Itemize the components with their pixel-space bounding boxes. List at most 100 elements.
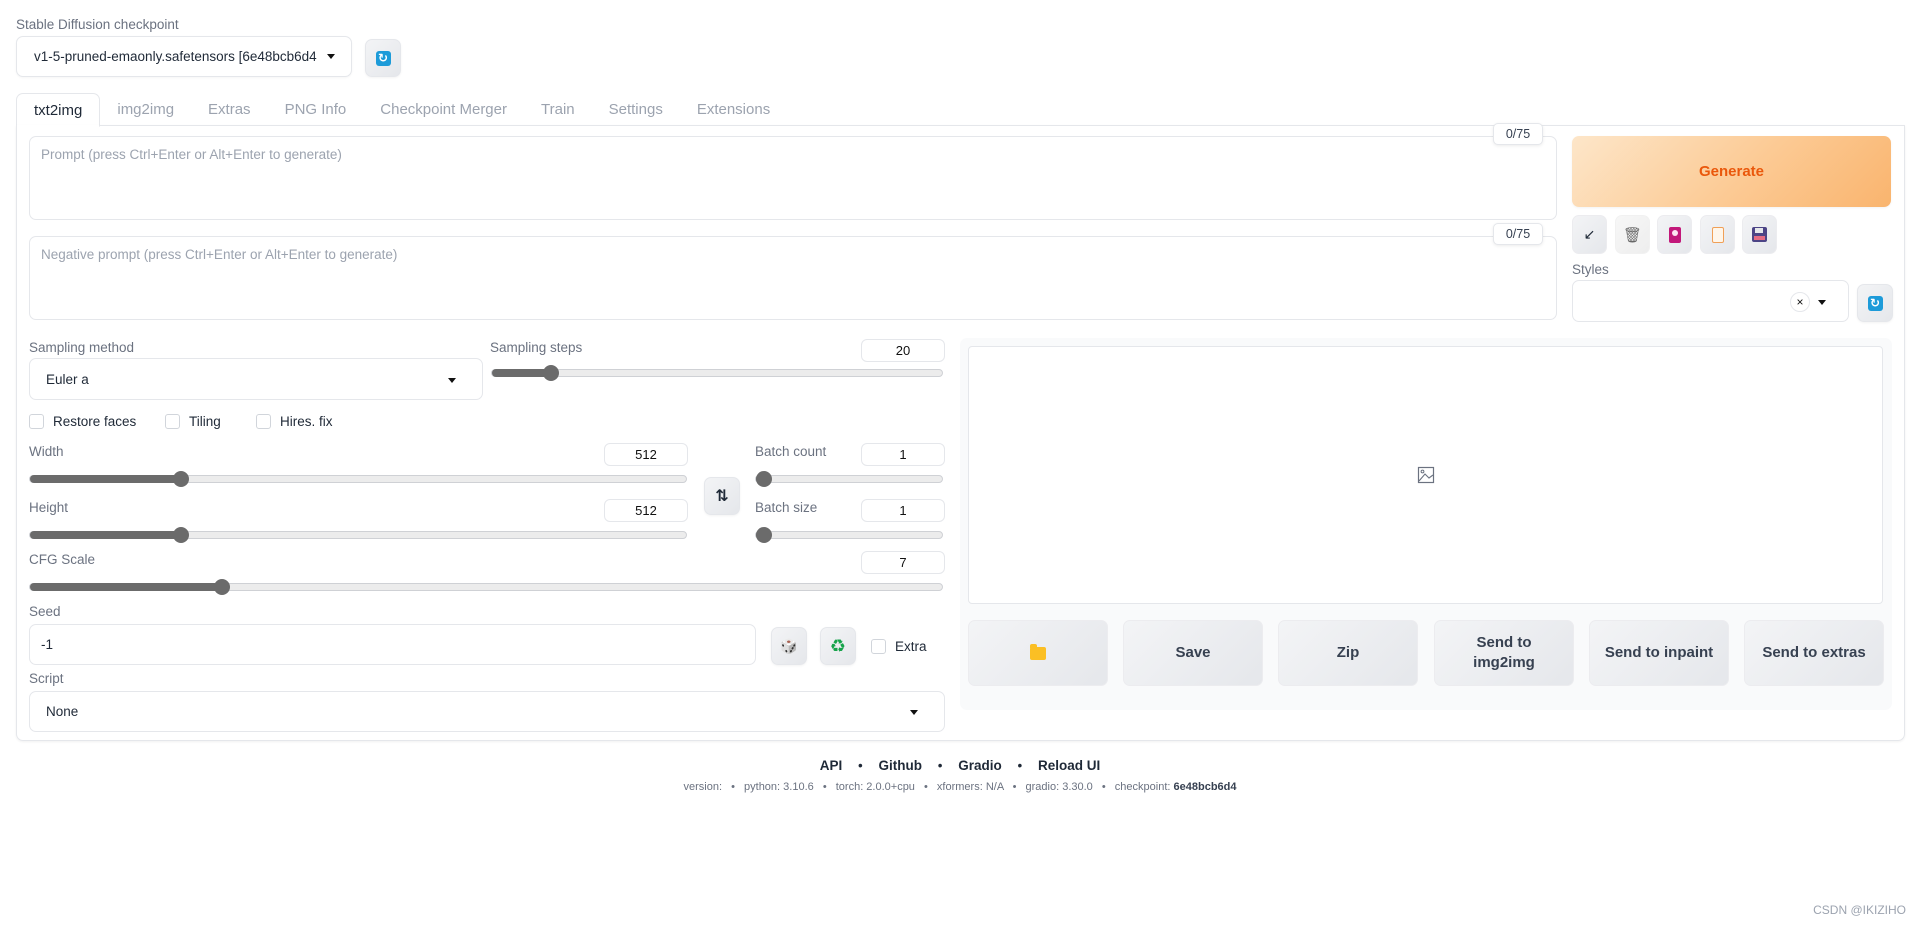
- width-slider[interactable]: [29, 471, 687, 487]
- separator: •: [822, 781, 827, 793]
- negative-prompt-input[interactable]: [30, 237, 1556, 319]
- watermark: CSDN @IKIZIHO: [1813, 903, 1906, 917]
- checkpoint-select[interactable]: v1-5-pruned-emaonly.safetensors [6e48bcb…: [16, 36, 352, 77]
- refresh-icon: ↻: [375, 50, 391, 66]
- tiling-checkbox[interactable]: Tiling: [165, 414, 221, 429]
- clear-icon[interactable]: ×: [1790, 292, 1810, 312]
- extra-seed-checkbox[interactable]: Extra: [871, 639, 927, 654]
- hires-fix-checkbox[interactable]: Hires. fix: [256, 414, 333, 429]
- send-to-inpaint-button[interactable]: Send to inpaint: [1589, 620, 1729, 686]
- height-slider[interactable]: [29, 527, 687, 543]
- styles-label: Styles: [1572, 262, 1609, 277]
- swap-dimensions-button[interactable]: ⇅: [704, 477, 740, 515]
- generate-button[interactable]: Generate: [1572, 136, 1891, 207]
- tab-png-info[interactable]: PNG Info: [268, 93, 364, 126]
- reuse-seed-button[interactable]: ♻: [820, 627, 856, 665]
- tab-extras[interactable]: Extras: [191, 93, 268, 126]
- xformers-version: xformers: N/A: [936, 781, 1004, 793]
- gradio-link[interactable]: Gradio: [958, 758, 1002, 773]
- separator: •: [924, 781, 928, 793]
- batch-count-input[interactable]: 1: [861, 443, 945, 466]
- save-style-button[interactable]: [1742, 215, 1777, 254]
- save-button[interactable]: Save: [1123, 620, 1263, 686]
- separator: •: [1017, 758, 1023, 773]
- separator: •: [1101, 781, 1106, 793]
- github-link[interactable]: Github: [878, 758, 922, 773]
- slider-thumb[interactable]: [542, 365, 559, 381]
- restore-faces-label: Restore faces: [53, 414, 137, 429]
- zip-button[interactable]: Zip: [1278, 620, 1418, 686]
- output-gallery[interactable]: [968, 346, 1883, 604]
- random-seed-button[interactable]: 🎲: [771, 627, 807, 665]
- height-input[interactable]: 512: [604, 499, 688, 522]
- clipboard-icon: [1711, 226, 1724, 243]
- negative-prompt-token-counter: 0/75: [1493, 223, 1543, 245]
- version-text: version:: [683, 781, 723, 793]
- styles-select[interactable]: ×: [1572, 280, 1849, 322]
- gradio-version: gradio: 3.30.0: [1025, 781, 1093, 793]
- cfg-scale-label: CFG Scale: [29, 552, 96, 567]
- clear-prompt-button[interactable]: 🗑: [1615, 215, 1650, 254]
- slider-thumb[interactable]: [756, 471, 772, 487]
- seed-label: Seed: [29, 604, 61, 619]
- read-params-button[interactable]: ↙: [1572, 215, 1607, 254]
- checkpoint-refresh-button[interactable]: ↻: [365, 39, 401, 77]
- tab-txt2img[interactable]: txt2img: [16, 93, 101, 127]
- seed-input[interactable]: -1: [29, 624, 756, 665]
- slider-fill: [492, 369, 551, 377]
- send-to-extras-button[interactable]: Send to extras: [1744, 620, 1884, 686]
- save-style-icon: [1752, 227, 1767, 242]
- sampling-method-select[interactable]: Euler a: [29, 358, 483, 400]
- slider-thumb[interactable]: [213, 579, 230, 595]
- prompt-input[interactable]: [30, 137, 1556, 219]
- width-input[interactable]: 512: [604, 443, 688, 466]
- styles-refresh-button[interactable]: ↻: [1857, 284, 1893, 322]
- checkbox-box[interactable]: [165, 414, 180, 429]
- trash-icon: 🗑: [1622, 226, 1643, 244]
- sampling-steps-slider[interactable]: [491, 365, 943, 381]
- checkbox-box[interactable]: [256, 414, 271, 429]
- api-link[interactable]: API: [820, 758, 843, 773]
- open-folder-button[interactable]: [968, 620, 1108, 686]
- checkbox-box[interactable]: [871, 639, 886, 654]
- checkpoint-hash: 6e48bcb6d4: [1173, 781, 1237, 793]
- checkpoint-version-label: checkpoint:: [1114, 781, 1171, 793]
- extra-networks-button[interactable]: [1657, 215, 1692, 254]
- cfg-scale-input[interactable]: 7: [861, 551, 945, 574]
- sampling-steps-label: Sampling steps: [490, 340, 583, 355]
- send-to-img2img-button[interactable]: Send to img2img: [1434, 620, 1574, 686]
- restore-faces-checkbox[interactable]: Restore faces: [29, 414, 136, 429]
- dice-icon: 🎲: [780, 637, 798, 654]
- tab-extensions[interactable]: Extensions: [680, 93, 787, 126]
- sampling-method-label: Sampling method: [29, 340, 135, 355]
- torch-version: torch: 2.0.0+cpu: [835, 781, 915, 793]
- script-select[interactable]: None: [29, 691, 945, 732]
- sampling-method-value: Euler a: [46, 371, 89, 387]
- slider-thumb[interactable]: [756, 527, 772, 543]
- tab-settings[interactable]: Settings: [592, 93, 680, 126]
- footer-links: API • Github • Gradio • Reload UI: [0, 758, 1920, 773]
- batch-count-slider[interactable]: [755, 471, 943, 487]
- tab-train[interactable]: Train: [524, 93, 592, 126]
- recycle-icon: ♻: [829, 635, 847, 656]
- batch-size-slider[interactable]: [755, 527, 943, 543]
- folder-icon: [1030, 643, 1046, 660]
- extra-networks-icon: [1668, 226, 1681, 243]
- cfg-scale-slider[interactable]: [29, 579, 943, 595]
- tab-bar: txt2img img2img Extras PNG Info Checkpoi…: [16, 93, 1904, 127]
- checkbox-box[interactable]: [29, 414, 44, 429]
- slider-fill: [30, 475, 181, 483]
- tab-img2img[interactable]: img2img: [100, 93, 191, 126]
- slider-thumb[interactable]: [172, 527, 189, 543]
- read-params-icon: ↙: [1583, 226, 1596, 242]
- slider-thumb[interactable]: [172, 471, 189, 487]
- python-version: python: 3.10.6: [744, 781, 814, 793]
- paste-style-button[interactable]: [1700, 215, 1735, 254]
- slider-fill: [30, 583, 222, 591]
- tab-checkpoint-merger[interactable]: Checkpoint Merger: [363, 93, 524, 126]
- batch-size-input[interactable]: 1: [861, 499, 945, 522]
- script-value: None: [46, 704, 79, 719]
- chevron-down-icon: [1818, 300, 1826, 305]
- reload-ui-link[interactable]: Reload UI: [1038, 758, 1100, 773]
- sampling-steps-input[interactable]: 20: [861, 339, 945, 362]
